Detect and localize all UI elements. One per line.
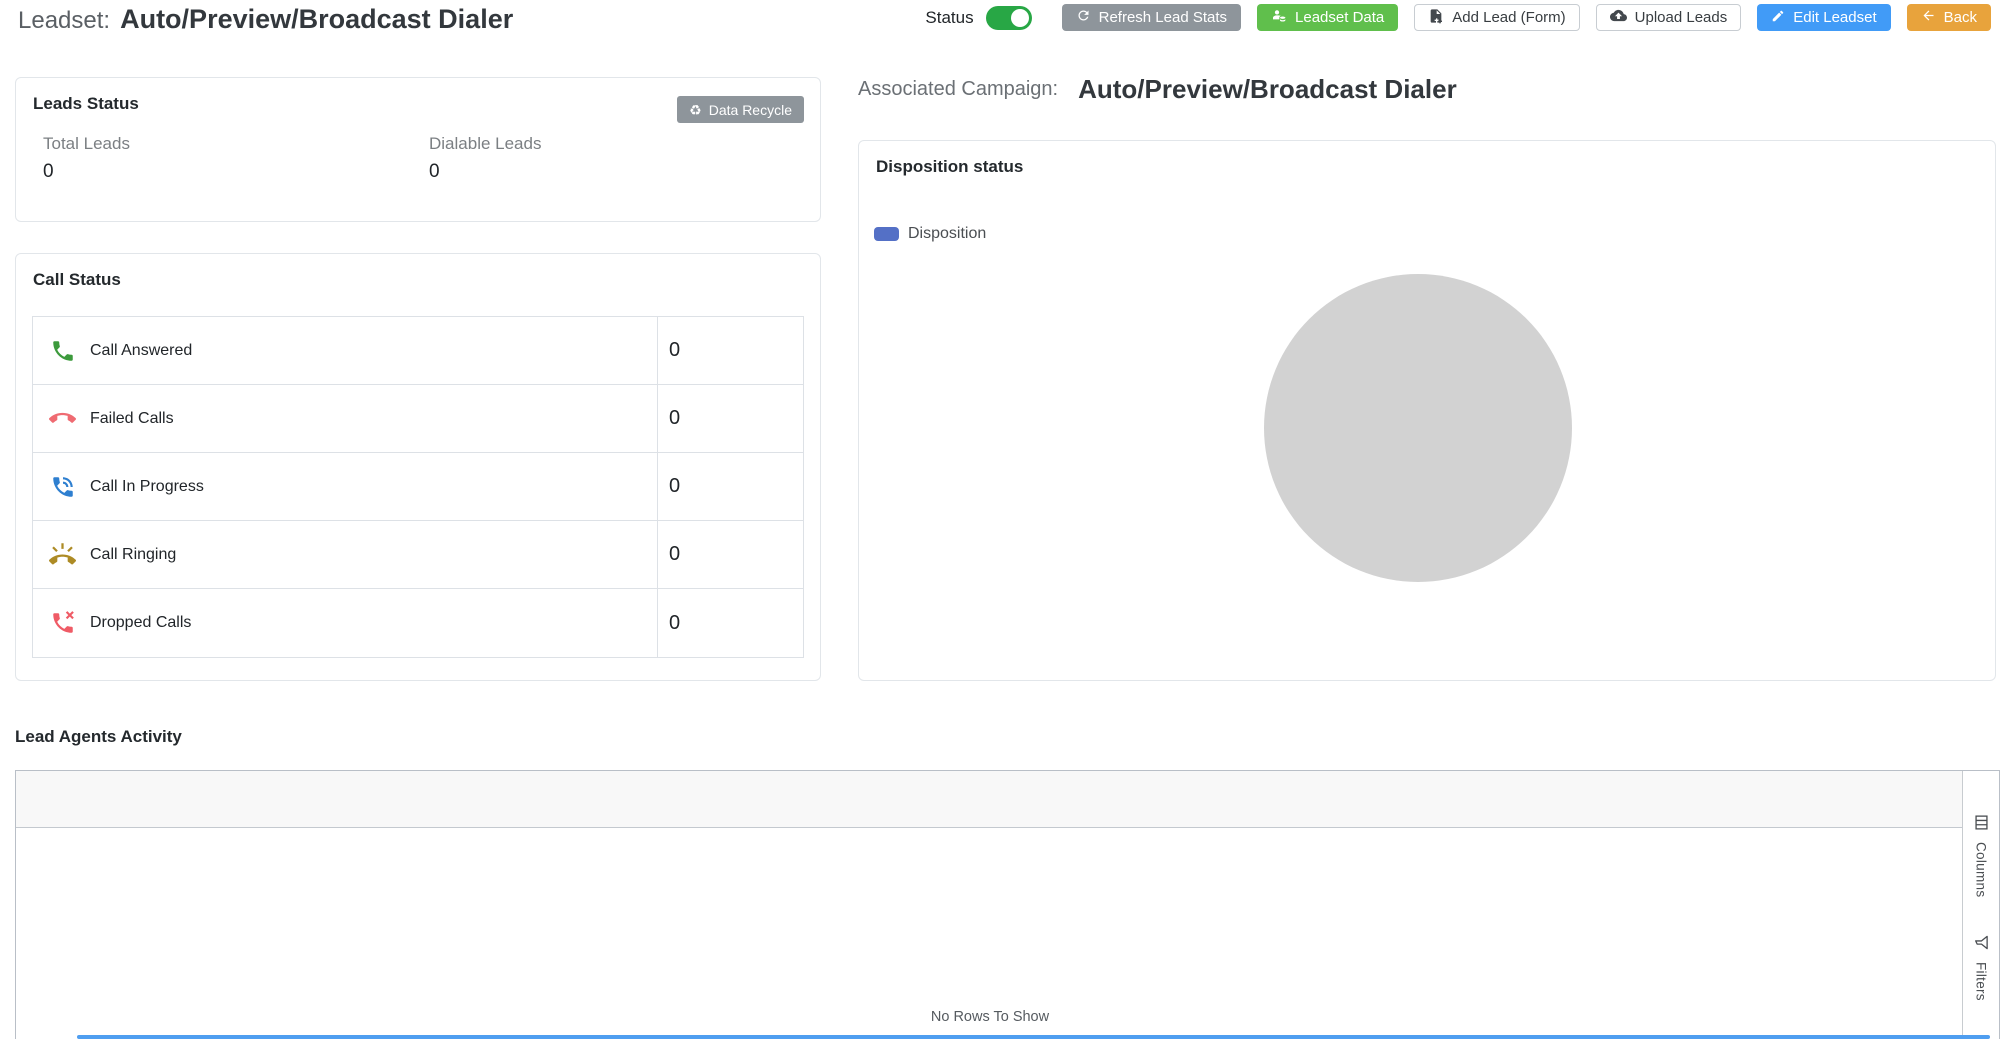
lead-agents-activity-title: Lead Agents Activity xyxy=(15,727,182,747)
call-status-card: Call Status Call Answered 0 Failed Calls… xyxy=(15,253,821,681)
add-lead-icon xyxy=(1428,8,1444,28)
call-row-label: Call Ringing xyxy=(90,546,176,564)
call-row-value: 0 xyxy=(657,385,803,452)
call-row-value: 0 xyxy=(657,453,803,520)
call-status-title: Call Status xyxy=(33,270,121,290)
dropped-calls-icon xyxy=(49,610,76,637)
refresh-lead-stats-label: Refresh Lead Stats xyxy=(1099,9,1227,26)
refresh-lead-stats-button[interactable]: Refresh Lead Stats xyxy=(1062,4,1241,31)
edit-leadset-label: Edit Leadset xyxy=(1793,9,1876,26)
back-arrow-icon xyxy=(1921,8,1936,27)
add-lead-form-button[interactable]: Add Lead (Form) xyxy=(1414,4,1579,31)
status-toggle[interactable] xyxy=(986,6,1032,30)
back-button[interactable]: Back xyxy=(1907,4,1991,31)
refresh-icon xyxy=(1076,8,1091,27)
dialable-leads-label: Dialable Leads xyxy=(429,134,541,154)
status-toggle-knob xyxy=(1011,9,1029,27)
data-recycle-label: Data Recycle xyxy=(709,102,792,118)
leadset-data-button[interactable]: Leadset Data xyxy=(1257,4,1398,31)
total-leads-label: Total Leads xyxy=(43,134,130,154)
leads-status-title: Leads Status xyxy=(33,94,139,114)
call-row-label: Call In Progress xyxy=(90,478,204,496)
leadset-data-label: Leadset Data xyxy=(1295,9,1384,26)
call-row-label: Call Answered xyxy=(90,342,192,360)
call-ringing-icon xyxy=(49,541,76,568)
data-recycle-button[interactable]: ♻ Data Recycle xyxy=(677,96,804,123)
add-lead-form-label: Add Lead (Form) xyxy=(1452,9,1565,26)
call-row-value: 0 xyxy=(657,589,803,657)
pencil-icon xyxy=(1771,9,1785,27)
call-answered-icon xyxy=(49,337,76,364)
call-row-label: Failed Calls xyxy=(90,410,174,428)
table-row: Call Answered 0 xyxy=(33,317,803,385)
columns-tab-label: Columns xyxy=(1974,842,1989,897)
call-in-progress-icon xyxy=(49,473,76,500)
grid-columns-tab[interactable]: Columns xyxy=(1974,815,1989,897)
total-leads-value: 0 xyxy=(43,161,130,183)
leadset-detail-page: Leadset: Auto/Preview/Broadcast Dialer S… xyxy=(0,0,2000,1039)
call-row-value: 0 xyxy=(657,521,803,588)
toolbar: Status Refresh Lead Stats Leadset Data A… xyxy=(925,4,1991,31)
page-title: Leadset: Auto/Preview/Broadcast Dialer xyxy=(18,4,513,35)
call-row-label: Dropped Calls xyxy=(90,614,191,632)
leadset-data-icon xyxy=(1271,8,1287,28)
filter-funnel-icon xyxy=(1974,935,1989,955)
back-label: Back xyxy=(1944,9,1977,26)
edit-leadset-button[interactable]: Edit Leadset xyxy=(1757,4,1890,31)
dialable-leads-value: 0 xyxy=(429,161,541,183)
page-title-value: Auto/Preview/Broadcast Dialer xyxy=(120,4,513,35)
filters-tab-label: Filters xyxy=(1974,962,1989,1001)
grid-filters-tab[interactable]: Filters xyxy=(1974,935,1989,1001)
grid-side-panel: Columns Filters xyxy=(1962,771,1999,1039)
legend-swatch xyxy=(874,227,899,241)
lead-agents-grid: No Rows To Show Columns Filters xyxy=(15,770,2000,1039)
associated-campaign-label: Associated Campaign: xyxy=(858,78,1058,101)
leads-status-card: Leads Status ♻ Data Recycle Total Leads … xyxy=(15,77,821,222)
recycle-icon: ♻ xyxy=(689,103,702,117)
grid-empty-message: No Rows To Show xyxy=(16,1009,1964,1025)
upload-leads-label: Upload Leads xyxy=(1635,9,1728,26)
call-status-table: Call Answered 0 Failed Calls 0 Call In P… xyxy=(32,316,804,658)
page-title-label: Leadset: xyxy=(18,7,110,35)
horizontal-scrollbar-thumb[interactable] xyxy=(77,1035,1990,1039)
table-row: Call In Progress 0 xyxy=(33,453,803,521)
upload-cloud-icon xyxy=(1610,7,1627,28)
disposition-legend-item[interactable]: Disposition xyxy=(874,225,986,243)
status-label: Status xyxy=(925,8,973,28)
legend-label: Disposition xyxy=(908,225,986,243)
disposition-status-title: Disposition status xyxy=(876,157,1023,177)
total-leads-stat: Total Leads 0 xyxy=(43,134,130,183)
failed-calls-icon xyxy=(49,405,76,432)
disposition-status-card: Disposition status Disposition xyxy=(858,140,1996,681)
dialable-leads-stat: Dialable Leads 0 xyxy=(429,134,541,183)
call-row-value: 0 xyxy=(657,317,803,384)
disposition-pie-chart xyxy=(1264,274,1572,582)
upload-leads-button[interactable]: Upload Leads xyxy=(1596,4,1742,31)
associated-campaign-value: Auto/Preview/Broadcast Dialer xyxy=(1078,74,1457,105)
columns-icon xyxy=(1974,815,1989,835)
table-row: Call Ringing 0 xyxy=(33,521,803,589)
table-row: Dropped Calls 0 xyxy=(33,589,803,657)
status-control: Status xyxy=(925,6,1031,30)
grid-header-row xyxy=(16,771,1962,828)
associated-campaign: Associated Campaign: Auto/Preview/Broadc… xyxy=(858,74,1457,105)
table-row: Failed Calls 0 xyxy=(33,385,803,453)
